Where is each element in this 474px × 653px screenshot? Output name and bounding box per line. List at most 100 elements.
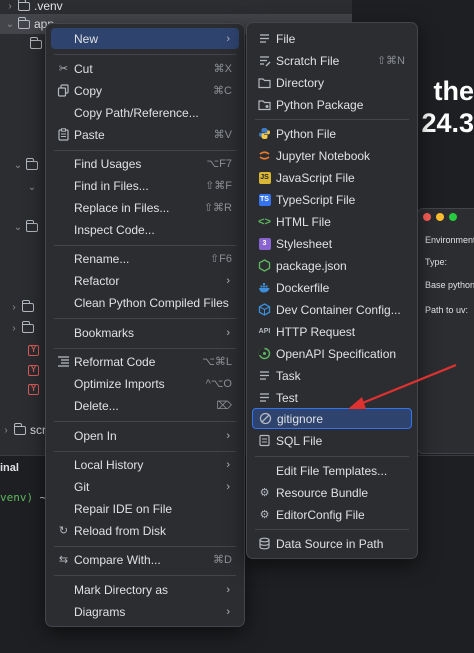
tree-row[interactable] bbox=[28, 34, 46, 54]
menu-item-label: Repair IDE on File bbox=[74, 501, 173, 516]
submenu-item-python-file[interactable]: Python File bbox=[252, 123, 412, 144]
chevron-right-icon: › bbox=[4, 424, 8, 436]
dialog-label: Type: bbox=[425, 257, 448, 267]
css-icon: 3 bbox=[258, 237, 271, 250]
submenu-item-http-request[interactable]: API HTTP Request bbox=[252, 321, 412, 342]
menu-item-paste[interactable]: Paste ⌘V bbox=[51, 124, 239, 145]
submenu-item-file[interactable]: File bbox=[252, 28, 412, 49]
zoom-window-button[interactable] bbox=[449, 213, 457, 221]
terminal-prompt[interactable]: venv) ~ bbox=[0, 491, 46, 504]
menu-item-refactor[interactable]: Refactor › bbox=[51, 270, 239, 291]
menu-item-label: Git bbox=[74, 479, 90, 494]
scissors-icon: ✂ bbox=[58, 63, 69, 75]
menu-item-rename[interactable]: Rename... ⇧F6 bbox=[51, 248, 239, 269]
submenu-item-dockerfile[interactable]: Dockerfile bbox=[252, 277, 412, 298]
minimize-window-button[interactable] bbox=[436, 213, 444, 221]
submenu-item-dev-container-config[interactable]: Dev Container Config... bbox=[252, 299, 412, 320]
submenu-item-label: Python Package bbox=[276, 97, 364, 112]
menu-item-label: Cut bbox=[74, 61, 93, 76]
menu-item-open-in[interactable]: Open In › bbox=[51, 425, 239, 446]
submenu-item-label: Jupyter Notebook bbox=[276, 148, 371, 163]
menu-shortcut: ⌥F7 bbox=[206, 158, 232, 170]
package-folder-icon bbox=[258, 98, 271, 111]
menu-item-label: Compare With... bbox=[74, 552, 161, 567]
tree-row-scripts[interactable]: › scr bbox=[0, 420, 46, 440]
menu-item-cut[interactable]: ✂ Cut ⌘X bbox=[51, 58, 239, 79]
chevron-right-icon: › bbox=[12, 322, 16, 334]
submenu-item-label: HTTP Request bbox=[276, 324, 356, 339]
menu-item-find-usages[interactable]: Find Usages ⌥F7 bbox=[51, 153, 239, 174]
submenu-item-edit-file-templates[interactable]: Edit File Templates... bbox=[252, 460, 412, 481]
submenu-item-test[interactable]: Test bbox=[252, 387, 412, 408]
menu-item-inspect-code[interactable]: Inspect Code... bbox=[51, 219, 239, 240]
terminal-tab[interactable]: inal bbox=[0, 462, 19, 474]
menu-item-label: Open In bbox=[74, 428, 117, 443]
menu-separator bbox=[255, 529, 409, 530]
tree-row[interactable]: ⌄ bbox=[12, 155, 42, 175]
new-submenu: File Scratch File ⇧⌘N Directory Python P… bbox=[246, 22, 418, 559]
folder-icon bbox=[13, 422, 26, 435]
menu-item-mark-directory-as[interactable]: Mark Directory as › bbox=[51, 579, 239, 600]
submenu-item-javascript-file[interactable]: JS JavaScript File bbox=[252, 167, 412, 188]
tree-row[interactable]: ⌄ bbox=[12, 217, 42, 237]
submenu-item-task[interactable]: Task bbox=[252, 365, 412, 386]
menu-item-new[interactable]: New › bbox=[51, 28, 239, 49]
submenu-item-resource-bundle[interactable]: ⚙ Resource Bundle bbox=[252, 482, 412, 503]
submenu-item-typescript-file[interactable]: TS TypeScript File bbox=[252, 189, 412, 210]
menu-item-bookmarks[interactable]: Bookmarks › bbox=[51, 322, 239, 343]
menu-item-local-history[interactable]: Local History › bbox=[51, 454, 239, 475]
menu-item-clean-compiled[interactable]: Clean Python Compiled Files bbox=[51, 292, 239, 313]
submenu-item-python-package[interactable]: Python Package bbox=[252, 94, 412, 115]
menu-item-label: Optimize Imports bbox=[74, 376, 165, 391]
submenu-item-jupyter-notebook[interactable]: Jupyter Notebook bbox=[252, 145, 412, 166]
menu-item-label: Copy Path/Reference... bbox=[74, 105, 199, 120]
editor-headline: 24.3 bbox=[421, 108, 474, 138]
menu-item-optimize-imports[interactable]: Optimize Imports ^⌥O bbox=[51, 373, 239, 394]
scratch-file-icon bbox=[258, 54, 271, 67]
menu-item-label: Reload from Disk bbox=[74, 523, 167, 538]
submenu-item-directory[interactable]: Directory bbox=[252, 72, 412, 93]
menu-separator bbox=[54, 575, 236, 576]
menu-item-label: Copy bbox=[74, 83, 103, 98]
submenu-item-html-file[interactable]: <> HTML File bbox=[252, 211, 412, 232]
menu-shortcut: ⇧⌘R bbox=[203, 202, 232, 214]
typescript-icon: TS bbox=[258, 193, 271, 206]
menu-item-delete[interactable]: Delete... ⌦ bbox=[51, 395, 239, 416]
tree-row[interactable]: › bbox=[8, 318, 38, 338]
chevron-down-icon: ⌄ bbox=[27, 181, 37, 193]
jupyter-icon bbox=[258, 149, 271, 162]
menu-item-repair-ide[interactable]: Repair IDE on File bbox=[51, 498, 239, 519]
menu-item-reload-from-disk[interactable]: ↻ Reload from Disk bbox=[51, 520, 239, 541]
menu-shortcut: ⇧⌘N bbox=[376, 55, 405, 67]
menu-item-find-in-files[interactable]: Find in Files... ⇧⌘F bbox=[51, 175, 239, 196]
tree-row[interactable]: Y bbox=[28, 379, 39, 399]
html-icon: <> bbox=[258, 215, 271, 228]
menu-shortcut: ⌘V bbox=[213, 129, 232, 141]
submenu-item-scratch-file[interactable]: Scratch File ⇧⌘N bbox=[252, 50, 412, 71]
menu-item-reformat-code[interactable]: Reformat Code ⌥⌘L bbox=[51, 351, 239, 372]
chevron-right-icon: › bbox=[226, 605, 230, 618]
submenu-item-data-source-in-path[interactable]: Data Source in Path bbox=[252, 533, 412, 554]
close-window-button[interactable] bbox=[423, 213, 431, 221]
submenu-item-sql-file[interactable]: SQL File bbox=[252, 430, 412, 451]
project-context-menu: New › ✂ Cut ⌘X Copy ⌘C Copy Path/Referen… bbox=[45, 23, 245, 627]
submenu-item-openapi-spec[interactable]: OpenAPI Specification bbox=[252, 343, 412, 364]
menu-item-git[interactable]: Git › bbox=[51, 476, 239, 497]
submenu-item-label: File bbox=[276, 31, 296, 46]
submenu-item-editorconfig-file[interactable]: ⚙ EditorConfig File bbox=[252, 504, 412, 525]
menu-item-diagrams[interactable]: Diagrams › bbox=[51, 601, 239, 622]
submenu-item-package-json[interactable]: package.json bbox=[252, 255, 412, 276]
submenu-item-gitignore[interactable]: gitignore bbox=[252, 408, 412, 429]
tree-row[interactable]: Y bbox=[28, 360, 39, 380]
devcontainer-icon bbox=[258, 303, 271, 316]
tree-row[interactable]: › bbox=[8, 297, 38, 317]
menu-item-compare-with[interactable]: ⇆ Compare With... ⌘D bbox=[51, 549, 239, 570]
menu-shortcut: ⌥⌘L bbox=[202, 356, 232, 368]
tree-row[interactable]: ⌄ bbox=[26, 177, 38, 197]
menu-item-copy[interactable]: Copy ⌘C bbox=[51, 80, 239, 101]
tree-row[interactable]: Y bbox=[28, 340, 39, 360]
menu-item-replace-in-files[interactable]: Replace in Files... ⇧⌘R bbox=[51, 197, 239, 218]
submenu-item-label: package.json bbox=[276, 258, 347, 273]
submenu-item-stylesheet[interactable]: 3 Stylesheet bbox=[252, 233, 412, 254]
menu-item-copy-path[interactable]: Copy Path/Reference... bbox=[51, 102, 239, 123]
